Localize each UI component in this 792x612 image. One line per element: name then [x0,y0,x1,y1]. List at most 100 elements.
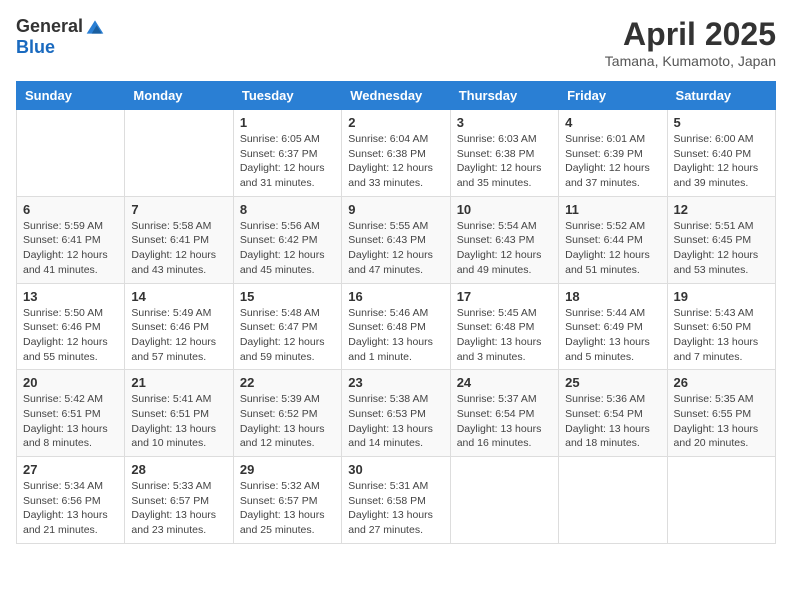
day-number: 24 [457,375,552,390]
title-area: April 2025 Tamana, Kumamoto, Japan [605,16,776,69]
calendar-cell: 29 Sunrise: 5:32 AM Sunset: 6:57 PM Dayli… [233,457,341,544]
day-info: Sunrise: 5:36 AM Sunset: 6:54 PM Dayligh… [565,392,660,451]
day-info: Sunrise: 6:04 AM Sunset: 6:38 PM Dayligh… [348,132,443,191]
calendar-cell: 10Sunrise: 5:54 AM Sunset: 6:43 PM Dayli… [450,196,558,283]
day-info: Sunrise: 5:49 AM Sunset: 6:46 PM Dayligh… [131,306,226,365]
calendar-cell: 23 Sunrise: 5:38 AM Sunset: 6:53 PM Dayli… [342,370,450,457]
day-number: 15 [240,289,335,304]
column-header-friday: Friday [559,82,667,110]
calendar-cell: 3 Sunrise: 6:03 AM Sunset: 6:38 PM Daylig… [450,110,558,197]
calendar-week-row: 6 Sunrise: 5:59 AM Sunset: 6:41 PM Daylig… [17,196,776,283]
day-info: Sunrise: 5:41 AM Sunset: 6:51 PM Dayligh… [131,392,226,451]
day-number: 4 [565,115,660,130]
day-info: Sunrise: 5:45 AM Sunset: 6:48 PM Dayligh… [457,306,552,365]
day-number: 26 [674,375,769,390]
day-info: Sunrise: 5:33 AM Sunset: 6:57 PM Dayligh… [131,479,226,538]
calendar-cell: 7 Sunrise: 5:58 AM Sunset: 6:41 PM Daylig… [125,196,233,283]
day-info: Sunrise: 5:56 AM Sunset: 6:42 PM Dayligh… [240,219,335,278]
calendar-cell: 2 Sunrise: 6:04 AM Sunset: 6:38 PM Daylig… [342,110,450,197]
day-info: Sunrise: 6:01 AM Sunset: 6:39 PM Dayligh… [565,132,660,191]
calendar-cell: 11Sunrise: 5:52 AM Sunset: 6:44 PM Dayli… [559,196,667,283]
day-info: Sunrise: 6:05 AM Sunset: 6:37 PM Dayligh… [240,132,335,191]
column-header-saturday: Saturday [667,82,775,110]
logo-general-text: General [16,16,83,37]
day-info: Sunrise: 5:31 AM Sunset: 6:58 PM Dayligh… [348,479,443,538]
calendar-cell: 17 Sunrise: 5:45 AM Sunset: 6:48 PM Dayli… [450,283,558,370]
calendar-cell: 6 Sunrise: 5:59 AM Sunset: 6:41 PM Daylig… [17,196,125,283]
calendar: SundayMondayTuesdayWednesdayThursdayFrid… [16,81,776,544]
day-number: 21 [131,375,226,390]
calendar-cell: 21 Sunrise: 5:41 AM Sunset: 6:51 PM Dayli… [125,370,233,457]
calendar-cell: 18Sunrise: 5:44 AM Sunset: 6:49 PM Dayli… [559,283,667,370]
day-number: 14 [131,289,226,304]
calendar-cell [125,110,233,197]
day-info: Sunrise: 5:48 AM Sunset: 6:47 PM Dayligh… [240,306,335,365]
header: General Blue April 2025 Tamana, Kumamoto… [16,16,776,69]
column-header-sunday: Sunday [17,82,125,110]
day-number: 17 [457,289,552,304]
day-number: 16 [348,289,443,304]
day-info: Sunrise: 5:55 AM Sunset: 6:43 PM Dayligh… [348,219,443,278]
logo-icon [85,17,105,37]
day-info: Sunrise: 5:58 AM Sunset: 6:41 PM Dayligh… [131,219,226,278]
calendar-cell: 5 Sunrise: 6:00 AM Sunset: 6:40 PM Daylig… [667,110,775,197]
calendar-cell: 16 Sunrise: 5:46 AM Sunset: 6:48 PM Dayli… [342,283,450,370]
logo-blue-text: Blue [16,37,55,58]
calendar-week-row: 1 Sunrise: 6:05 AM Sunset: 6:37 PM Daylig… [17,110,776,197]
subtitle: Tamana, Kumamoto, Japan [605,53,776,69]
calendar-cell: 9 Sunrise: 5:55 AM Sunset: 6:43 PM Daylig… [342,196,450,283]
day-info: Sunrise: 5:35 AM Sunset: 6:55 PM Dayligh… [674,392,769,451]
day-number: 23 [348,375,443,390]
calendar-cell: 24 Sunrise: 5:37 AM Sunset: 6:54 PM Dayli… [450,370,558,457]
calendar-cell: 30 Sunrise: 5:31 AM Sunset: 6:58 PM Dayli… [342,457,450,544]
calendar-cell: 28 Sunrise: 5:33 AM Sunset: 6:57 PM Dayli… [125,457,233,544]
day-info: Sunrise: 5:32 AM Sunset: 6:57 PM Dayligh… [240,479,335,538]
calendar-cell: 1 Sunrise: 6:05 AM Sunset: 6:37 PM Daylig… [233,110,341,197]
day-info: Sunrise: 5:39 AM Sunset: 6:52 PM Dayligh… [240,392,335,451]
calendar-cell: 12Sunrise: 5:51 AM Sunset: 6:45 PM Dayli… [667,196,775,283]
day-info: Sunrise: 5:46 AM Sunset: 6:48 PM Dayligh… [348,306,443,365]
day-number: 8 [240,202,335,217]
calendar-week-row: 20Sunrise: 5:42 AM Sunset: 6:51 PM Dayli… [17,370,776,457]
day-number: 5 [674,115,769,130]
day-info: Sunrise: 5:34 AM Sunset: 6:56 PM Dayligh… [23,479,118,538]
day-number: 19 [674,289,769,304]
calendar-week-row: 13Sunrise: 5:50 AM Sunset: 6:46 PM Dayli… [17,283,776,370]
day-number: 29 [240,462,335,477]
day-number: 3 [457,115,552,130]
day-number: 22 [240,375,335,390]
day-number: 13 [23,289,118,304]
day-number: 25 [565,375,660,390]
day-number: 10 [457,202,552,217]
column-header-tuesday: Tuesday [233,82,341,110]
day-info: Sunrise: 5:43 AM Sunset: 6:50 PM Dayligh… [674,306,769,365]
day-info: Sunrise: 6:00 AM Sunset: 6:40 PM Dayligh… [674,132,769,191]
day-number: 2 [348,115,443,130]
day-info: Sunrise: 5:42 AM Sunset: 6:51 PM Dayligh… [23,392,118,451]
column-header-wednesday: Wednesday [342,82,450,110]
day-info: Sunrise: 6:03 AM Sunset: 6:38 PM Dayligh… [457,132,552,191]
day-number: 30 [348,462,443,477]
day-number: 1 [240,115,335,130]
calendar-cell: 22 Sunrise: 5:39 AM Sunset: 6:52 PM Dayli… [233,370,341,457]
day-info: Sunrise: 5:59 AM Sunset: 6:41 PM Dayligh… [23,219,118,278]
calendar-cell: 8 Sunrise: 5:56 AM Sunset: 6:42 PM Daylig… [233,196,341,283]
day-info: Sunrise: 5:37 AM Sunset: 6:54 PM Dayligh… [457,392,552,451]
day-number: 9 [348,202,443,217]
day-number: 6 [23,202,118,217]
calendar-cell [667,457,775,544]
day-number: 28 [131,462,226,477]
calendar-cell: 13Sunrise: 5:50 AM Sunset: 6:46 PM Dayli… [17,283,125,370]
calendar-cell: 19 Sunrise: 5:43 AM Sunset: 6:50 PM Dayli… [667,283,775,370]
column-header-monday: Monday [125,82,233,110]
calendar-cell: 20Sunrise: 5:42 AM Sunset: 6:51 PM Dayli… [17,370,125,457]
day-number: 18 [565,289,660,304]
calendar-header-row: SundayMondayTuesdayWednesdayThursdayFrid… [17,82,776,110]
logo: General Blue [16,16,105,58]
day-number: 11 [565,202,660,217]
calendar-cell: 14 Sunrise: 5:49 AM Sunset: 6:46 PM Dayli… [125,283,233,370]
day-number: 7 [131,202,226,217]
calendar-cell [559,457,667,544]
day-info: Sunrise: 5:38 AM Sunset: 6:53 PM Dayligh… [348,392,443,451]
calendar-cell [450,457,558,544]
